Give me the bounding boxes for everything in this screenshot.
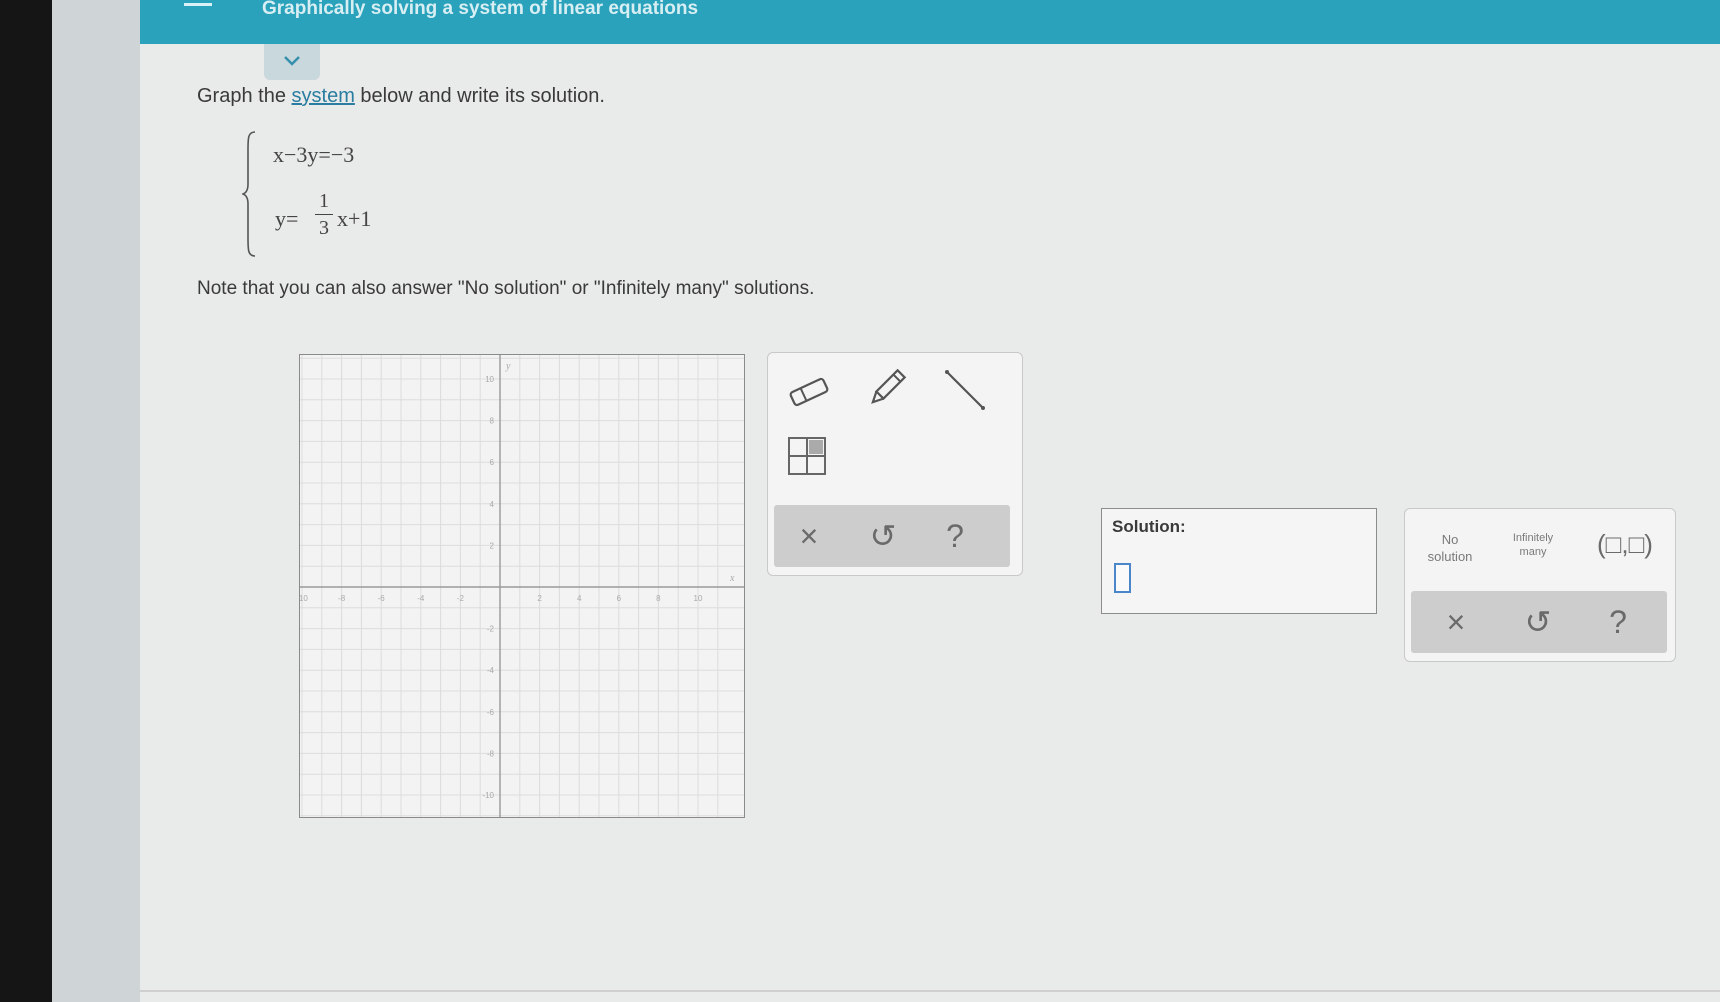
side-strip [52, 0, 152, 1002]
y-tick-label: -6 [487, 708, 495, 717]
eraser-tool[interactable] [782, 365, 836, 419]
y-tick-label: -8 [487, 749, 495, 758]
x-tick-label: -4 [417, 594, 425, 603]
system-brace [242, 131, 256, 257]
table-tool[interactable] [780, 429, 834, 483]
y-tick-label: 10 [485, 375, 494, 384]
equation-2-rhs: x+1 [337, 206, 372, 231]
undo-graph-button[interactable]: ↺ [858, 515, 908, 557]
x-tick-label: 10 [694, 594, 703, 603]
graph-canvas[interactable]: x y -10 -8 -6 -4 -2 2 4 6 8 10 10 8 6 4 2 -2 -4 -6 -8 -10 [299, 354, 745, 818]
fraction-bar [315, 214, 333, 215]
prompt-text-start: Graph the [197, 85, 292, 107]
monitor-bezel [0, 0, 52, 1002]
close-icon: × [799, 517, 819, 554]
table-icon [788, 437, 826, 475]
system-link[interactable]: system [292, 85, 355, 107]
y-tick-label: -10 [482, 791, 494, 800]
y-tick-label: -2 [487, 625, 495, 634]
answer-action-bar: × ↺ ? [1411, 591, 1667, 653]
page-title: Graphically solving a system of linear e… [262, 0, 699, 19]
answer-note: Note that you can also answer "No soluti… [197, 278, 815, 299]
fraction-denominator: 3 [319, 217, 329, 239]
close-icon: × [1446, 603, 1466, 640]
chevron-down-icon [284, 56, 300, 66]
answer-options-panel: No solution Infinitely many (□,□) × ↺ ? [1404, 508, 1676, 662]
infinitely-many-button[interactable]: Infinitely many [1501, 531, 1565, 559]
tools-action-bar: × ↺ ? [774, 505, 1010, 567]
y-tick-label: 4 [490, 500, 495, 509]
undo-icon: ↺ [1524, 604, 1552, 640]
x-tick-label: 2 [537, 594, 542, 603]
x-tick-label: -6 [378, 594, 386, 603]
x-tick-label: 4 [577, 594, 582, 603]
ordered-pair-button[interactable]: (□,□) [1597, 529, 1653, 560]
x-tick-label: -10 [300, 594, 308, 603]
solution-box: Solution: [1101, 508, 1377, 614]
pencil-tool[interactable] [860, 361, 914, 415]
graph-tools-panel: × ↺ ? [767, 352, 1023, 576]
solution-input[interactable] [1114, 563, 1131, 593]
solution-label: Solution: [1112, 517, 1186, 536]
y-tick-label: 6 [490, 458, 495, 467]
infinitely-many-line-2: many [1519, 546, 1547, 558]
collapse-toggle[interactable] [264, 44, 320, 80]
infinitely-many-line-1: Infinitely [1512, 532, 1554, 544]
no-solution-line-1: No [1441, 532, 1459, 547]
graph-help-button[interactable]: ? [930, 515, 980, 557]
equation-2: y= 1 3 x+1 [275, 190, 415, 242]
y-tick-label: -4 [487, 666, 495, 675]
coordinate-grid[interactable]: x y -10 -8 -6 -4 -2 2 4 6 8 10 10 8 6 4 2 -2 -4 -6 -8 -10 [300, 355, 744, 817]
x-tick-label: -2 [457, 594, 465, 603]
x-tick-label: 8 [656, 594, 661, 603]
y-tick-label: 8 [490, 417, 495, 426]
clear-answer-button[interactable]: × [1431, 601, 1481, 643]
help-icon: ? [946, 517, 964, 554]
top-bar: Graphically solving a system of linear e… [140, 0, 1720, 44]
no-solution-line-2: solution [1427, 549, 1473, 564]
equation-2-fraction: 1 3 [315, 190, 333, 240]
y-axis-label: y [505, 361, 511, 372]
answer-help-button[interactable]: ? [1593, 601, 1643, 643]
question-prompt: Graph the system below and write its sol… [197, 85, 605, 108]
clear-graph-button[interactable]: × [784, 515, 834, 557]
line-segment-icon [945, 370, 985, 410]
x-tick-label: -8 [338, 594, 346, 603]
undo-icon: ↺ [869, 518, 897, 554]
line-tool[interactable] [938, 363, 992, 417]
x-axis-label: x [729, 573, 735, 584]
pencil-icon [871, 368, 907, 404]
x-tick-label: 6 [617, 594, 622, 603]
screen: Graphically solving a system of linear e… [140, 0, 1720, 1002]
undo-answer-button[interactable]: ↺ [1513, 601, 1563, 643]
menu-icon[interactable] [184, 0, 212, 12]
prompt-text-end: below and write its solution. [354, 85, 605, 107]
eraser-icon [789, 377, 829, 407]
y-tick-label: 2 [490, 541, 495, 550]
equation-2-lhs: y= [275, 206, 299, 231]
no-solution-button[interactable]: No solution [1417, 531, 1483, 565]
equation-1: x−3y=−3 [273, 142, 355, 167]
fraction-numerator: 1 [319, 190, 329, 212]
help-icon: ? [1609, 603, 1627, 640]
divider [140, 990, 1720, 992]
